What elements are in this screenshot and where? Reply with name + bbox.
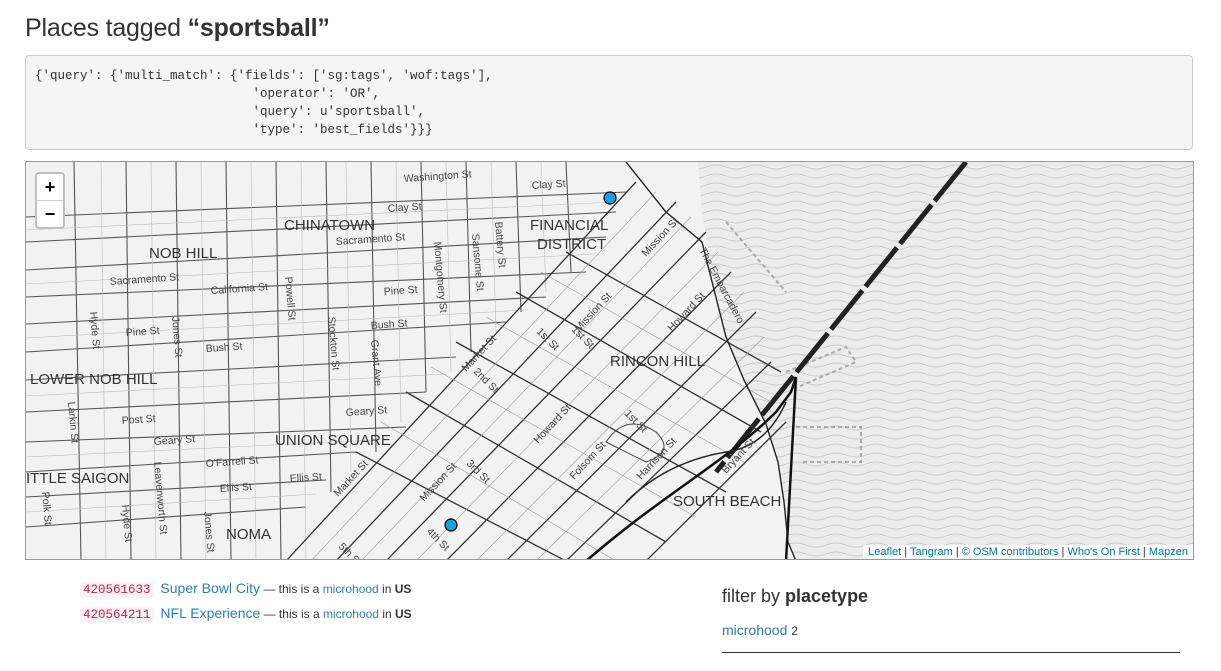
result-in: in bbox=[378, 607, 395, 621]
result-description: — this is a microhood in US bbox=[260, 607, 412, 621]
wof-id: 420564211 bbox=[80, 607, 154, 623]
street-clay-1: Clay St bbox=[531, 178, 566, 192]
filter-option: microhood 2 bbox=[722, 622, 1180, 638]
street-ellis-2: Ellis St bbox=[289, 471, 322, 485]
place-name-link[interactable]: NFL Experience bbox=[160, 605, 260, 621]
attribution-wof-link[interactable]: Who's On First bbox=[1067, 546, 1139, 558]
label-union-square: UNION SQUARE bbox=[275, 432, 391, 449]
attribution-leaflet-link[interactable]: Leaflet bbox=[868, 546, 901, 558]
street-pine-2: Pine St bbox=[125, 325, 160, 339]
title-tag: “sportsball” bbox=[187, 14, 330, 42]
label-chinatown: CHINATOWN bbox=[284, 217, 375, 234]
title-prefix: Places tagged bbox=[25, 14, 188, 42]
filter-heading: filter by placetype bbox=[722, 586, 1180, 607]
place-name-link[interactable]: Super Bowl City bbox=[160, 580, 260, 596]
result-in: in bbox=[378, 582, 395, 596]
street-pine-1: Pine St bbox=[383, 284, 418, 298]
label-south-beach: SOUTH BEACH bbox=[673, 493, 781, 510]
placetype-link[interactable]: microhood bbox=[323, 607, 379, 621]
results-list: 420561633 Super Bowl City — this is a mi… bbox=[80, 580, 412, 630]
filter-heading-prefix: filter by bbox=[722, 586, 786, 606]
zoom-in-button[interactable]: + bbox=[37, 174, 63, 201]
street-ellis-1: Ellis St bbox=[219, 481, 252, 495]
placetype-filter: filter by placetype microhood 2 bbox=[722, 586, 1180, 653]
placetype-link[interactable]: microhood bbox=[323, 582, 379, 596]
label-financial: FINANCIAL bbox=[530, 217, 608, 234]
attribution-mapzen-link[interactable]: Mapzen bbox=[1149, 546, 1188, 558]
zoom-control: + − bbox=[35, 172, 65, 229]
country-code: US bbox=[394, 582, 412, 596]
attribution-tangram-link[interactable]: Tangram bbox=[910, 546, 953, 558]
attribution-osm-link[interactable]: © OSM contributors bbox=[962, 546, 1059, 558]
label-rincon-hill: RINCON HILL bbox=[610, 353, 705, 370]
street-bush-2: Bush St bbox=[205, 340, 243, 355]
result-prefix: — this is a bbox=[260, 607, 323, 621]
zoom-out-button[interactable]: − bbox=[37, 201, 63, 227]
attribution-separator: | bbox=[1139, 546, 1149, 558]
map[interactable]: CHINATOWN NOB HILL FINANCIAL DISTRICT RI… bbox=[25, 161, 1194, 560]
attribution-separator: | bbox=[952, 546, 962, 558]
result-prefix: — this is a bbox=[260, 582, 323, 596]
result-item: 420561633 Super Bowl City — this is a mi… bbox=[80, 580, 412, 605]
label-nob-hill: NOB HILL bbox=[149, 245, 217, 262]
street-bush-1: Bush St bbox=[370, 317, 408, 332]
map-attribution: Leaflet | Tangram | © OSM contributors |… bbox=[863, 545, 1193, 559]
place-marker[interactable] bbox=[603, 191, 617, 205]
street-clay-2: Clay St bbox=[387, 201, 422, 215]
attribution-separator: | bbox=[901, 546, 910, 558]
map-tiles[interactable]: CHINATOWN NOB HILL FINANCIAL DISTRICT RI… bbox=[26, 162, 1194, 560]
filter-heading-bold: placetype bbox=[785, 586, 869, 606]
result-item: 420564211 NFL Experience — this is a mic… bbox=[80, 605, 412, 630]
divider bbox=[722, 652, 1180, 653]
country-code: US bbox=[395, 607, 412, 621]
place-marker[interactable] bbox=[444, 518, 458, 532]
street-post: Post St bbox=[121, 413, 156, 427]
label-little-saigon: ITTLE SAIGON bbox=[26, 470, 129, 487]
label-lower-nob-hill: LOWER NOB HILL bbox=[30, 371, 158, 388]
filter-option-count: 2 bbox=[791, 624, 798, 638]
page-title: Places tagged “sportsball” bbox=[25, 14, 330, 43]
wof-id: 420561633 bbox=[80, 582, 154, 598]
label-noma: NOMA bbox=[226, 526, 271, 543]
label-district: DISTRICT bbox=[537, 236, 606, 253]
result-description: — this is a microhood in US bbox=[260, 582, 411, 596]
query-code-block: {'query': {'multi_match': {'fields': ['s… bbox=[25, 55, 1193, 150]
filter-option-link[interactable]: microhood bbox=[722, 622, 787, 638]
